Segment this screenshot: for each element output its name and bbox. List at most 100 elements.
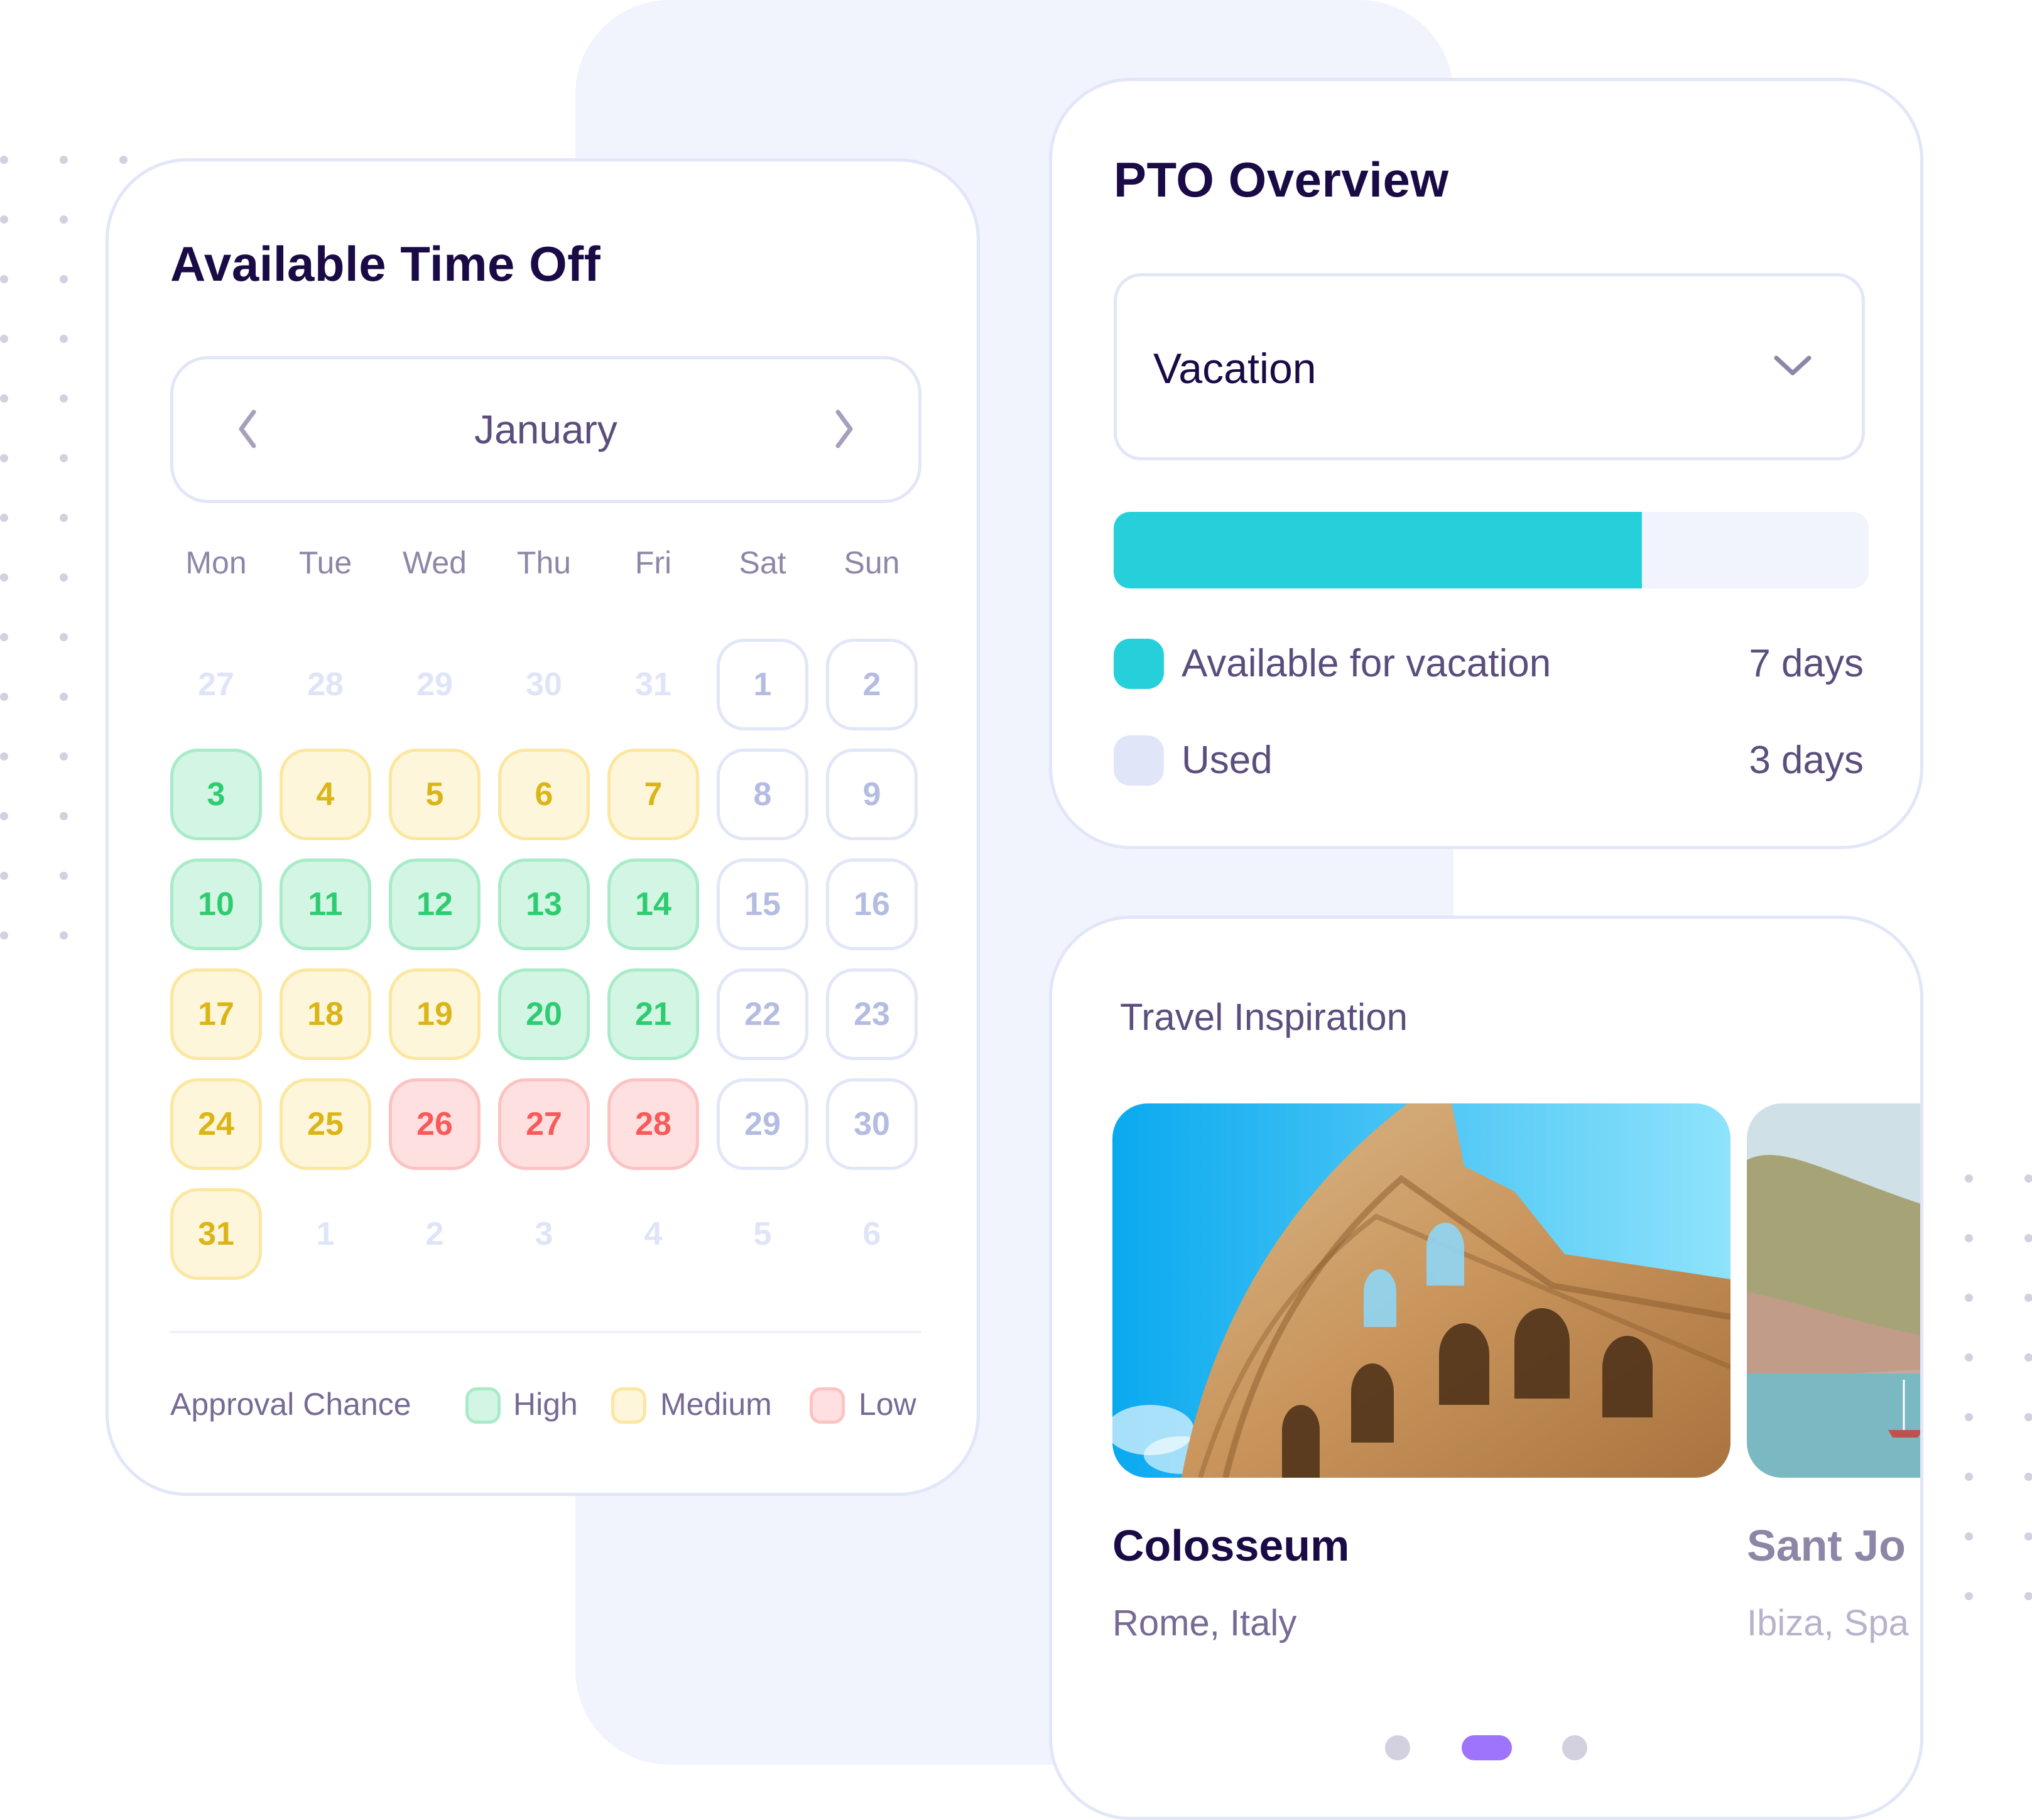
weekday-sat: Sat (739, 545, 786, 580)
calendar-day-weekend[interactable]: 8 (717, 749, 808, 840)
calendar-day-weekend[interactable]: 2 (826, 639, 918, 730)
calendar-card-title: Available Time Off (170, 236, 601, 291)
calendar-day-high[interactable]: 13 (498, 859, 590, 950)
calendar-day-outside-month: 6 (862, 1216, 881, 1252)
calendar-day-low[interactable]: 27 (498, 1078, 590, 1170)
weekday-thu: Thu (516, 545, 572, 580)
decorative-dot (2024, 1473, 2032, 1481)
calendar-day-high[interactable]: 10 (170, 859, 262, 950)
weekday-tue: Tue (298, 545, 352, 580)
decorative-dot (2024, 1294, 2032, 1302)
calendar-day-outside-month: 5 (753, 1216, 772, 1252)
weekday-wed: Wed (403, 545, 467, 580)
ibiza-coast-photo[interactable] (1747, 1103, 1920, 1478)
calendar-day-high[interactable]: 14 (607, 859, 699, 950)
calendar-day-high[interactable]: 3 (170, 749, 262, 840)
calendar-day-medium[interactable]: 18 (280, 968, 371, 1060)
decorative-dot (0, 812, 8, 820)
calendar-day-high[interactable]: 20 (498, 968, 590, 1060)
decorative-dot (1965, 1234, 1973, 1242)
calendar-day-low[interactable]: 28 (607, 1078, 699, 1170)
pager-dot-1[interactable] (1385, 1735, 1410, 1760)
decorative-dot (1965, 1592, 1973, 1600)
decorative-dot (0, 156, 8, 164)
calendar-day-medium[interactable]: 24 (170, 1078, 262, 1170)
decorative-dot (1965, 1353, 1973, 1362)
pager-dot-3[interactable] (1562, 1735, 1587, 1760)
calendar-day-weekend[interactable]: 15 (717, 859, 808, 950)
calendar-day-medium[interactable]: 4 (280, 749, 371, 840)
calendar-day-high[interactable]: 11 (280, 859, 371, 950)
calendar-day-medium[interactable]: 31 (170, 1188, 262, 1280)
decorative-dot (60, 693, 68, 701)
decorative-dot (60, 156, 68, 164)
calendar-day-weekend[interactable]: 23 (826, 968, 918, 1060)
calendar-day-weekend[interactable]: 9 (826, 749, 918, 840)
calendar-day-medium[interactable]: 25 (280, 1078, 371, 1170)
decorative-dot (1965, 1473, 1973, 1481)
pager-dot-2-active[interactable] (1462, 1735, 1512, 1760)
legend-label-low: Low (859, 1387, 916, 1422)
decorative-dot (60, 454, 68, 462)
calendar-day-outside-month: 2 (425, 1216, 444, 1252)
calendar-day-weekend[interactable]: 22 (717, 968, 808, 1060)
decorative-dot (2024, 1353, 2032, 1362)
chevron-down-icon[interactable] (1773, 353, 1813, 378)
decorative-dot (0, 394, 8, 403)
decorative-dot (60, 812, 68, 820)
calendar-day-low[interactable]: 26 (389, 1078, 481, 1170)
decorative-dot (60, 514, 68, 522)
decorative-dot (1965, 1294, 1973, 1302)
available-time-off-card: Available Time Off January Mon Tue Wed Thu F… (106, 158, 980, 1496)
decorative-dot (1965, 1532, 1973, 1541)
calendar-day-medium[interactable]: 6 (498, 749, 590, 840)
calendar-day-outside-month: 1 (316, 1216, 335, 1252)
calendar-day-outside-month: 27 (198, 666, 234, 703)
decorative-dot (60, 394, 68, 403)
calendar-day-high[interactable]: 21 (607, 968, 699, 1060)
place-location-ibiza: Ibiza, Spa (1747, 1603, 1909, 1644)
month-label: January (474, 407, 617, 452)
decorative-dot (0, 573, 8, 582)
calendar-day-weekend[interactable]: 16 (826, 859, 918, 950)
pto-overview-card: PTO Overview Vacation Available for vaca… (1049, 78, 1923, 849)
decorative-dot (2024, 1532, 2032, 1541)
pto-type-select-value: Vacation (1153, 345, 1317, 393)
calendar-day-high[interactable]: 12 (389, 859, 481, 950)
decorative-dot (1965, 1174, 1973, 1183)
decorative-dot (0, 514, 8, 522)
decorative-dot (0, 335, 8, 343)
approval-chance-label: Approval Chance (170, 1387, 411, 1422)
calendar-day-medium[interactable]: 17 (170, 968, 262, 1060)
calendar-divider (170, 1331, 921, 1333)
calendar-day-weekend[interactable]: 30 (826, 1078, 918, 1170)
calendar-day-outside-month: 28 (307, 666, 344, 703)
calendar-day-weekend[interactable]: 1 (717, 639, 808, 730)
calendar-day-medium[interactable]: 19 (389, 968, 481, 1060)
decorative-dot (60, 931, 68, 940)
decorative-dot (60, 215, 68, 224)
decorative-dot (0, 454, 8, 462)
travel-inspiration-card: Travel Inspiration Colosseum Rome, Italy… (1049, 916, 1923, 1820)
place-name-colosseum[interactable]: Colosseum (1112, 1520, 1349, 1571)
decorative-dot (0, 693, 8, 701)
place-name-ibiza[interactable]: Sant Jo (1747, 1520, 1906, 1571)
place-location-colosseum: Rome, Italy (1112, 1603, 1297, 1644)
decorative-dot (2024, 1174, 2032, 1183)
decorative-dot (1965, 1413, 1973, 1421)
pto-type-select[interactable]: Vacation (1114, 273, 1865, 460)
weekday-mon: Mon (185, 545, 247, 580)
calendar-day-medium[interactable]: 7 (607, 749, 699, 840)
weekday-fri: Fri (634, 545, 672, 580)
used-swatch (1114, 735, 1164, 786)
calendar-day-weekend[interactable]: 29 (717, 1078, 808, 1170)
legend-swatch-low (810, 1387, 845, 1424)
colosseum-photo[interactable] (1112, 1103, 1730, 1478)
decorative-dot (2024, 1592, 2032, 1600)
calendar-day-medium[interactable]: 5 (389, 749, 481, 840)
decorative-dot (60, 275, 68, 283)
available-swatch (1114, 639, 1164, 689)
weekday-sun: Sun (844, 545, 900, 580)
chevron-right-icon[interactable] (824, 407, 862, 451)
calendar-day-outside-month: 4 (644, 1216, 663, 1252)
